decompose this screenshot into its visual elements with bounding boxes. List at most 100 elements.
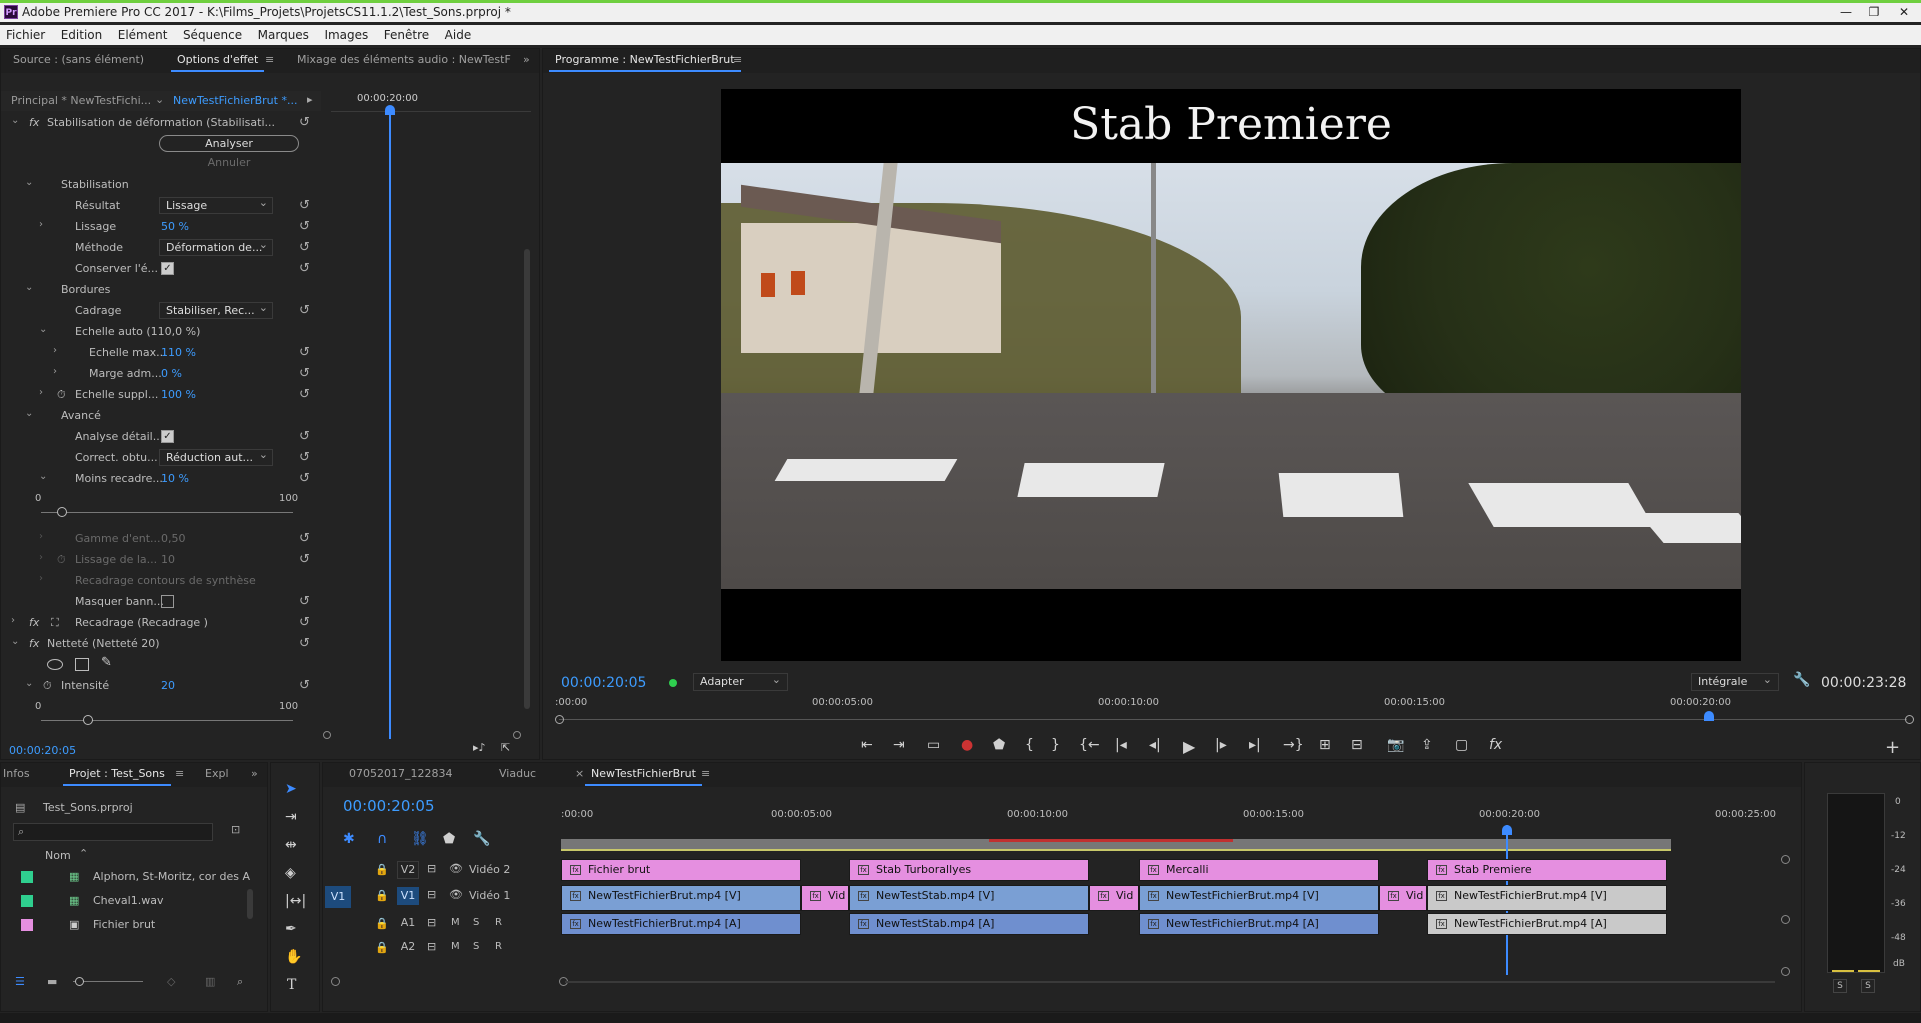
reset-icon[interactable]: ↺ [299, 531, 310, 546]
marge-value[interactable]: 0 % [161, 367, 182, 380]
menu-element[interactable]: Elément [112, 25, 174, 45]
stab-effect-name[interactable]: Stabilisation de déformation (Stabilisat… [47, 116, 275, 129]
track-target-v1[interactable]: V1 [397, 887, 419, 905]
reset-icon[interactable]: ↺ [299, 240, 310, 255]
master-clip-label[interactable]: Principal * NewTestFichi... [11, 94, 151, 107]
chevron-right-icon[interactable]: › [39, 531, 43, 542]
resultat-dropdown[interactable]: Lissage [159, 197, 273, 214]
chevron-right-icon[interactable]: › [53, 366, 57, 377]
panel-menu-icon[interactable]: ≡ [733, 53, 742, 66]
tab-source[interactable]: Source : (sans élément) [13, 53, 144, 66]
zoom-handle-right[interactable] [513, 731, 521, 739]
zoom-slider-handle[interactable] [75, 977, 84, 986]
panel-menu-icon[interactable]: ≡ [175, 767, 184, 780]
chevron-down-icon[interactable]: ⌄ [25, 678, 33, 689]
minimize-icon[interactable]: — [1832, 3, 1860, 21]
conserver-checkbox[interactable]: ✓ [161, 262, 174, 275]
sync-lock-icon[interactable]: ⊟ [427, 862, 436, 875]
tab-explorer[interactable]: Expl [205, 767, 229, 780]
stopwatch-icon[interactable]: ⏱ [57, 388, 66, 402]
menu-fenetre[interactable]: Fenêtre [378, 25, 435, 45]
program-playhead[interactable] [1703, 711, 1714, 721]
filter-audio-icon[interactable]: ▸♪ [473, 741, 486, 754]
chevron-down-icon[interactable]: ⌄ [11, 636, 19, 647]
pen-mask-icon[interactable]: ✎ [101, 655, 112, 670]
program-current-timecode[interactable]: 00:00:20:05 [561, 675, 646, 691]
tab-project[interactable]: Projet : Test_Sons [63, 767, 171, 786]
reset-icon[interactable]: ↺ [299, 636, 310, 651]
zoom-handle-left[interactable] [555, 715, 564, 724]
tab-sequence-07052017[interactable]: 07052017_122834 [349, 767, 452, 780]
clip-a1[interactable]: fx NewTestStab.mp4 [A] [849, 913, 1089, 935]
mark-in-icon[interactable]: ⇤ [861, 737, 873, 753]
reset-icon[interactable]: ↺ [299, 219, 310, 234]
more-tabs-icon[interactable]: » [251, 767, 258, 780]
clip-v1[interactable]: fx NewTestStab.mp4 [V] [849, 885, 1089, 911]
reset-icon[interactable]: ↺ [299, 345, 310, 360]
sort-up-icon[interactable]: ⌃ [79, 847, 88, 860]
tab-program[interactable]: Programme : NewTestFichierBrut [549, 53, 741, 72]
menu-sequence[interactable]: Séquence [177, 25, 248, 45]
playhead-icon[interactable] [1502, 825, 1512, 835]
panel-menu-icon[interactable]: ≡ [265, 53, 274, 66]
wrench-icon[interactable]: 🔧 [473, 831, 490, 847]
export-frame-icon[interactable]: ⇪ [1421, 737, 1433, 753]
track-target-v2[interactable]: V2 [397, 861, 419, 879]
chevron-down-icon[interactable]: ⌄ [39, 324, 47, 335]
reset-icon[interactable]: ↺ [299, 303, 310, 318]
sync-lock-icon[interactable]: ⊟ [427, 888, 436, 901]
mute-button[interactable]: M [451, 917, 460, 928]
project-scrollbar[interactable] [247, 889, 253, 919]
fit-dropdown[interactable]: Adapter ⌄ [693, 673, 788, 691]
analyse-detail-checkbox[interactable]: ✓ [161, 430, 174, 443]
clip-v1[interactable]: fx NewTestFichierBrut.mp4 [V] [561, 885, 801, 911]
cadrage-dropdown[interactable]: Stabiliser, Rec... [159, 302, 273, 319]
lissage-value[interactable]: 50 % [161, 220, 189, 233]
reset-icon[interactable]: ↺ [299, 387, 310, 402]
search-icon[interactable]: ⌕ [237, 975, 243, 989]
chevron-down-icon[interactable]: ⌄ [25, 282, 33, 293]
project-search-input[interactable]: ⌕ [13, 823, 213, 841]
clip-a1[interactable]: fx NewTestFichierBrut.mp4 [A] [561, 913, 801, 935]
step-forward-frame-icon[interactable]: ▸| [1249, 737, 1261, 753]
lock-icon[interactable]: 🔒 [375, 917, 389, 930]
tab-sequence-newtest[interactable]: NewTestFichierBrut [585, 767, 702, 786]
clip-v1[interactable]: fx Vid [801, 885, 849, 911]
chevron-down-icon[interactable]: ⌄ [39, 471, 47, 482]
camera-icon[interactable]: 📷 [1387, 737, 1404, 753]
fx-icon[interactable]: fx [1489, 737, 1502, 753]
vertical-zoom-handle[interactable] [1781, 967, 1790, 976]
zoom-handle-left[interactable] [331, 977, 340, 986]
reset-icon[interactable]: ↺ [299, 594, 310, 609]
correct-dropdown[interactable]: Réduction aut... [159, 449, 273, 466]
chevron-right-icon[interactable]: › [39, 219, 43, 230]
record-icon[interactable]: ● [961, 737, 973, 753]
masquer-checkbox[interactable] [161, 595, 174, 608]
reset-icon[interactable]: ↺ [299, 678, 310, 693]
record-button[interactable]: R [495, 941, 502, 952]
tab-sequence-viaduc[interactable]: Viaduc [499, 767, 536, 780]
out-point-icon[interactable]: } [1051, 737, 1060, 753]
solo-button[interactable]: S [473, 917, 479, 928]
sync-lock-icon[interactable]: ⊟ [427, 916, 436, 929]
program-ruler[interactable]: :00:00 00:00:05:00 00:00:10:00 00:00:15:… [555, 697, 1915, 737]
methode-dropdown[interactable]: Déformation de... [159, 239, 273, 256]
in-point-icon[interactable]: { [1025, 737, 1034, 753]
more-tabs-icon[interactable]: » [523, 53, 530, 66]
vertical-zoom-handle[interactable] [1781, 855, 1790, 864]
moins-slider-handle[interactable] [57, 507, 67, 517]
video-frame[interactable]: Stab Premiere [721, 89, 1741, 661]
chevron-right-icon[interactable]: › [11, 615, 15, 626]
linked-selection-icon[interactable]: ⛓ [411, 831, 429, 847]
chevron-right-icon[interactable]: › [39, 387, 43, 398]
marker-icon[interactable]: ⬟ [993, 737, 1005, 753]
clip-v1[interactable]: fx NewTestFichierBrut.mp4 [V] [1427, 885, 1667, 911]
lock-icon[interactable]: 🔒 [375, 863, 389, 876]
solo-right-button[interactable]: S [1861, 979, 1875, 993]
step-back-icon[interactable]: |◂ [1115, 737, 1127, 753]
solo-button[interactable]: S [473, 941, 479, 952]
play-only-icon[interactable]: ▸ [307, 93, 313, 106]
list-item[interactable]: ▦ Cheval1.wav [13, 891, 253, 911]
selection-tool-icon[interactable]: ➤ [285, 781, 297, 797]
effect-scrollbar[interactable] [524, 249, 530, 709]
